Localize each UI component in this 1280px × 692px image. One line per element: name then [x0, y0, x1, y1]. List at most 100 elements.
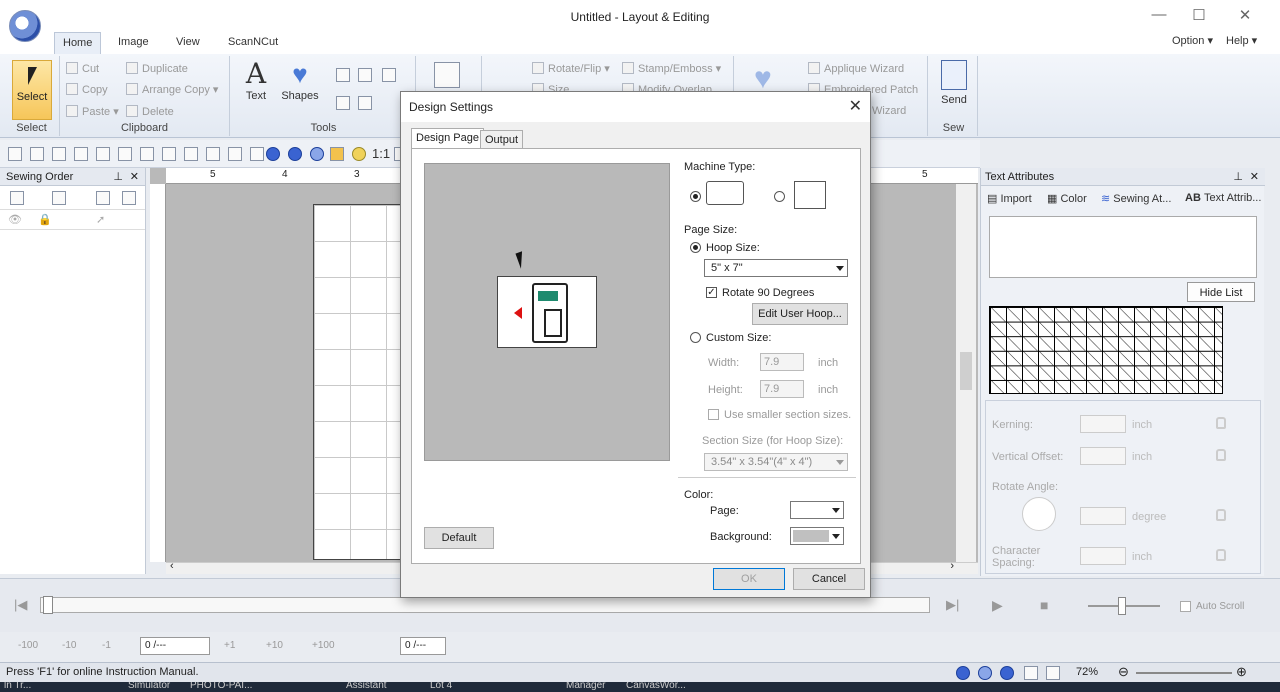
help-menu[interactable]: Help ▾ [1226, 34, 1257, 47]
arrange-copy-button[interactable]: Arrange Copy ▾ [126, 83, 218, 96]
close-panel-icon[interactable]: ✕ [130, 170, 139, 183]
rotate-90-checkbox[interactable]: ✓ [706, 287, 717, 298]
vertical-offset-input[interactable] [1080, 447, 1126, 465]
copy-icon[interactable] [140, 147, 154, 161]
copy-button[interactable]: Copy [66, 83, 108, 96]
filter-icon[interactable] [96, 191, 110, 205]
minimize-icon[interactable]: — [1144, 6, 1174, 23]
view-mode-1-icon[interactable] [956, 666, 970, 680]
stitch-counter[interactable]: 0 /--- [140, 637, 210, 655]
dialog-close-icon[interactable]: ✕ [849, 96, 862, 116]
scroll-right-icon[interactable]: › [950, 560, 954, 572]
pin-icon[interactable]: ⊥ [113, 170, 123, 183]
rotate-dial[interactable] [1022, 497, 1056, 531]
scroll-thumb[interactable] [960, 352, 972, 390]
zoom-fit-icon[interactable] [382, 68, 396, 82]
lock-icon[interactable]: 🔒 [38, 213, 52, 226]
option-menu[interactable]: Option ▾ [1172, 34, 1213, 47]
default-button[interactable]: Default [424, 527, 494, 549]
hoop-size-select[interactable]: 5" x 7" [704, 259, 848, 277]
hoop-size-radio[interactable] [690, 242, 701, 253]
cut-button[interactable]: Cut [66, 62, 99, 75]
lock-icon[interactable] [1216, 549, 1226, 561]
tab-scanncut[interactable]: ScanNCut [228, 36, 278, 48]
step-forward-100-button[interactable]: +100 [312, 640, 335, 651]
skip-start-icon[interactable]: |◀ [14, 597, 27, 613]
stitch-slider[interactable] [40, 596, 930, 614]
zoom-1to1-button[interactable]: 1:1 [372, 146, 390, 161]
duplicate-button[interactable]: Duplicate [126, 62, 188, 75]
taskbar-item[interactable]: CanvasWor... [626, 682, 686, 691]
select-button[interactable]: Select [12, 60, 52, 120]
custom-size-radio[interactable] [690, 332, 701, 343]
step-back-10-button[interactable]: -10 [62, 640, 76, 651]
tab-sewing-attributes[interactable]: ≋ Sewing At... [1101, 192, 1171, 205]
step-back-1-button[interactable]: -1 [102, 640, 111, 651]
machine-type-multi-radio[interactable] [774, 191, 785, 202]
tab-view[interactable]: View [176, 36, 200, 48]
text-button[interactable]: A Text [238, 58, 274, 103]
pan-hand-icon[interactable] [336, 96, 350, 110]
wizard-button[interactable]: Wizard [872, 105, 906, 117]
height-input[interactable]: 7.9 [760, 380, 804, 398]
duplicate-icon[interactable] [184, 147, 198, 161]
speed-slider-thumb[interactable] [1118, 597, 1126, 615]
lock-icon[interactable] [1216, 509, 1226, 521]
skip-end-icon[interactable]: ▶| [946, 597, 959, 613]
applique-wizard-button[interactable]: Applique Wizard [808, 62, 904, 75]
maximize-icon[interactable]: ☐ [1184, 6, 1214, 24]
app-logo-icon[interactable] [9, 10, 41, 42]
view-mode-5-icon[interactable] [1046, 666, 1060, 680]
cancel-button[interactable]: Cancel [793, 568, 865, 590]
save-icon[interactable] [52, 147, 66, 161]
view-mode-icon[interactable] [10, 191, 24, 205]
kerning-input[interactable] [1080, 415, 1126, 433]
stamp-emboss-button[interactable]: Stamp/Emboss ▾ [622, 62, 721, 75]
open-folder-icon[interactable] [30, 147, 44, 161]
tab-import[interactable]: ▤ Import [987, 192, 1032, 205]
shapes-button[interactable]: ♥ Shapes [278, 58, 322, 102]
zoom-out-icon[interactable] [358, 68, 372, 82]
character-spacing-input[interactable] [1080, 547, 1126, 565]
yellow-circle-icon[interactable] [352, 147, 366, 161]
tab-image[interactable]: Image [118, 36, 149, 48]
smaller-sections-checkbox[interactable] [708, 409, 719, 420]
vertical-scrollbar[interactable] [956, 184, 976, 562]
new-file-icon[interactable] [8, 147, 22, 161]
view-mode-2-icon[interactable] [978, 666, 992, 680]
blue-circle-icon[interactable] [266, 147, 280, 161]
taskbar-item[interactable]: Lot 4 [430, 682, 452, 691]
taskbar-item[interactable]: Simulator [128, 682, 170, 691]
design-page[interactable] [313, 204, 403, 560]
zoom-out-icon[interactable]: ⊖ [1118, 664, 1129, 680]
pin-icon[interactable]: ⊥ [1233, 170, 1243, 183]
speed-slider[interactable] [1088, 597, 1160, 615]
auto-scroll-checkbox[interactable] [1180, 601, 1191, 612]
page-color-select[interactable] [790, 501, 844, 519]
redo-icon[interactable] [96, 147, 110, 161]
play-icon[interactable]: ▶ [992, 597, 1003, 614]
stop-icon[interactable]: ■ [1040, 597, 1048, 613]
undo-icon[interactable] [74, 147, 88, 161]
taskbar-item[interactable]: ln Tr... [4, 682, 31, 691]
tab-text-attributes[interactable]: AB Text Attrib... [1185, 192, 1261, 204]
close-icon[interactable]: ✕ [1230, 6, 1260, 24]
frame-icon[interactable] [122, 191, 136, 205]
select-all-icon[interactable] [118, 147, 132, 161]
zoom-in-icon[interactable] [336, 68, 350, 82]
stitch-slider-thumb[interactable] [43, 596, 53, 614]
paste-button[interactable]: Paste ▾ [66, 105, 119, 118]
view-mode-3-icon[interactable] [1000, 666, 1014, 680]
lock-icon[interactable] [1216, 417, 1226, 429]
delete-button[interactable]: Delete [126, 105, 174, 118]
background-color-select[interactable] [790, 527, 844, 545]
zoom-slider[interactable] [1136, 672, 1232, 674]
font-preview-box[interactable] [989, 216, 1257, 278]
blue-circle-2-icon[interactable] [288, 147, 302, 161]
eye-icon[interactable]: 👁 [8, 213, 22, 226]
sort-icon[interactable] [52, 191, 66, 205]
taskbar-item[interactable]: Assistant [346, 682, 387, 691]
width-input[interactable]: 7.9 [760, 353, 804, 371]
ok-button[interactable]: OK [713, 568, 785, 590]
tab-output[interactable]: Output [480, 130, 524, 150]
